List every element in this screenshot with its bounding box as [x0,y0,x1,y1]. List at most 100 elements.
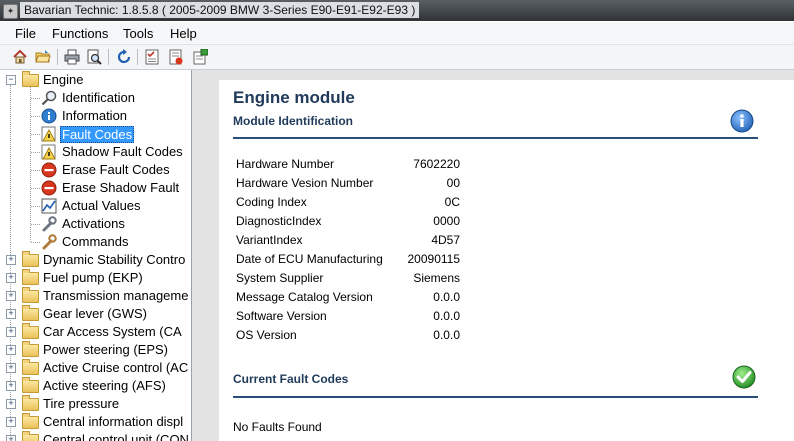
content-area: Engine module Module Identification Hard… [192,70,794,441]
menu-file[interactable]: File [15,26,36,41]
field-value: 00 [446,176,460,190]
folder-icon [22,305,39,321]
tree-node-tire-pressure[interactable]: + Tire pressure [0,395,191,413]
expand-icon[interactable]: + [6,255,16,265]
checklist-icon[interactable] [144,49,160,65]
section-divider [233,137,758,139]
info-icon[interactable] [730,109,754,133]
field-value: 7602220 [413,157,460,171]
expand-icon[interactable]: + [6,345,16,355]
expand-icon[interactable]: + [6,309,16,319]
tree-node-label: Gear lever (GWS) [43,306,148,321]
app-icon: ✦ [3,4,18,19]
tree-item-erase-shadow-fault[interactable]: Erase Shadow Fault [0,179,191,197]
tree-item-information[interactable]: Information [0,107,191,125]
folder-icon [22,413,39,429]
tree-node-active-cruise-control[interactable]: + Active Cruise control (AC [0,359,191,377]
stop-icon [41,180,57,196]
info-icon [41,108,57,124]
expand-icon[interactable]: + [6,363,16,373]
tree-node-label: Tire pressure [43,396,120,411]
home-icon[interactable] [12,49,28,65]
menu-functions[interactable]: Functions [52,26,108,41]
tree-item-fault-codes[interactable]: Fault Codes [0,125,191,143]
folder-icon [22,323,39,339]
expand-icon[interactable]: + [6,291,16,301]
tree-node-car-access-system[interactable]: + Car Access System (CA [0,323,191,341]
expand-icon[interactable]: + [6,435,16,441]
field-value: Siemens [413,271,460,285]
tree-line [31,188,40,189]
folder-icon [22,269,39,285]
field-label: Software Version [236,309,327,323]
tree-item-label: Activations [62,216,125,231]
menu-help[interactable]: Help [170,26,197,41]
tree-node-central-control-unit[interactable]: + Central control unit (CON [0,431,191,441]
tree-item-identification[interactable]: Identification [0,89,191,107]
toolbar-separator [57,49,58,65]
tree-item-actual-values[interactable]: Actual Values [0,197,191,215]
toolbar-separator [137,49,138,65]
tree-node-dynamic-stability-control[interactable]: + Dynamic Stability Contro [0,251,191,269]
collapse-icon[interactable]: − [6,75,16,85]
tree-line [31,116,40,117]
print-preview-icon[interactable] [86,49,102,65]
module-tree[interactable]: − Engine Identification Information Faul… [0,70,192,441]
tree-line [31,170,40,171]
expand-icon[interactable]: + [6,273,16,283]
tree-item-commands[interactable]: Commands [0,233,191,251]
tree-node-power-steering[interactable]: + Power steering (EPS) [0,341,191,359]
tree-item-label: Actual Values [62,198,141,213]
window-title: Bavarian Technic: 1.8.5.8 ( 2005-2009 BM… [20,2,420,18]
tree-node-label: Transmission manageme [43,288,189,303]
expand-icon[interactable]: + [6,417,16,427]
section-divider [233,396,758,398]
tree-node-label: Dynamic Stability Contro [43,252,186,267]
tree-item-erase-fault-codes[interactable]: Erase Fault Codes [0,161,191,179]
expand-icon[interactable]: + [6,399,16,409]
menu-tools[interactable]: Tools [123,26,153,41]
section-title-identification: Module Identification [233,114,353,128]
expand-icon[interactable]: + [6,381,16,391]
menu-bar: File Functions Tools Help [0,22,794,45]
fault-status-text: No Faults Found [233,420,322,434]
tree-node-gear-lever[interactable]: + Gear lever (GWS) [0,305,191,323]
field-value: 0.0.0 [433,290,460,304]
open-folder-icon[interactable] [35,49,51,65]
field-label: Message Catalog Version [236,290,373,304]
stop-icon [41,162,57,178]
module-panel: Engine module Module Identification Hard… [219,80,794,441]
field-value: 0C [444,195,460,209]
tree-item-activations[interactable]: Activations [0,215,191,233]
field-label: Coding Index [236,195,307,209]
folder-icon [22,395,39,411]
expand-icon[interactable]: + [6,327,16,337]
tree-node-engine[interactable]: − Engine [0,71,191,89]
tree-item-label: Erase Fault Codes [62,162,170,177]
folder-icon [22,431,39,441]
tree-item-label: Commands [62,234,129,249]
warning-document-icon [41,126,56,142]
field-value: 20090115 [407,252,461,266]
folder-icon [22,377,39,393]
report-icon[interactable] [168,49,184,65]
tree-node-central-information-display[interactable]: + Central information displ [0,413,191,431]
settings-report-icon[interactable] [192,49,208,65]
tree-node-active-steering[interactable]: + Active steering (AFS) [0,377,191,395]
tree-node-label: Active steering (AFS) [43,378,166,393]
field-value: 0.0.0 [433,328,460,342]
tree-node-fuel-pump[interactable]: + Fuel pump (EKP) [0,269,191,287]
print-icon[interactable] [64,49,80,65]
folder-icon [22,71,39,87]
tree-item-shadow-fault-codes[interactable]: Shadow Fault Codes [0,143,191,161]
field-value: 0000 [433,214,460,228]
tree-item-label: Erase Shadow Fault [62,180,180,195]
tree-item-label: Identification [62,90,135,105]
tree-node-transmission[interactable]: + Transmission manageme [0,287,191,305]
tree-line [31,242,40,243]
refresh-icon[interactable] [116,49,132,65]
magnifier-icon [41,90,57,106]
tree-node-label: Central information displ [43,414,184,429]
field-label: System Supplier [236,271,324,285]
tree-item-label: Fault Codes [60,126,135,143]
